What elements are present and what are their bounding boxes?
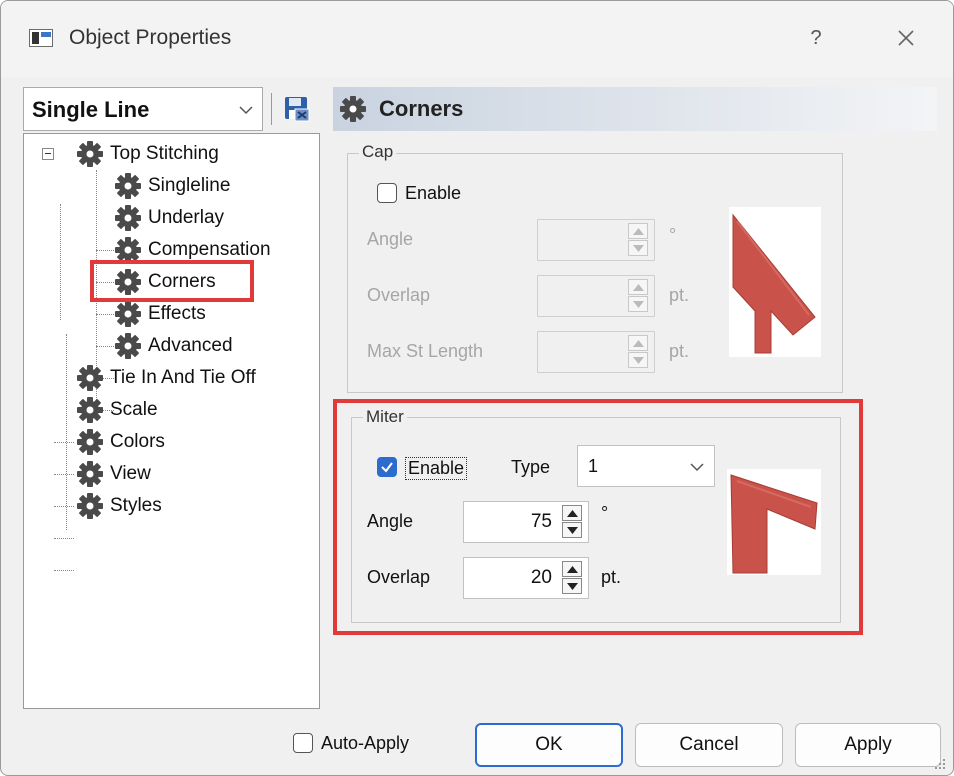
tree-item-label: Effects — [148, 303, 206, 324]
tree-item-label: Colors — [110, 431, 165, 452]
tree-item-label: Underlay — [148, 207, 225, 228]
collapse-toggle[interactable] — [42, 148, 54, 160]
tree-connector — [54, 570, 74, 571]
window-title: Object Properties — [69, 26, 232, 49]
spin-up-button — [628, 335, 648, 351]
spin-up-icon — [633, 340, 644, 347]
gear-icon — [339, 95, 367, 123]
tree-item-colors[interactable]: Colors — [76, 428, 165, 456]
auto-apply-label: Auto-Apply — [321, 733, 410, 753]
tree-item-label: Compensation — [148, 239, 271, 260]
spin-down-button — [628, 296, 648, 312]
save-icon[interactable] — [283, 95, 311, 123]
cap-max-length-unit: pt. — [669, 341, 690, 361]
tree-item-label: Singleline — [148, 175, 231, 196]
spin-up-button — [628, 223, 648, 239]
cap-angle-unit: ° — [669, 225, 677, 245]
gear-icon — [114, 332, 142, 360]
tree-item-singleline[interactable]: Singleline — [114, 172, 230, 200]
cap-enable-checkbox[interactable] — [377, 183, 397, 203]
toolbar-separator — [271, 93, 272, 125]
help-button[interactable]: ? — [801, 21, 831, 55]
settings-tree[interactable]: Top Stitching Singleline Underlay Compen… — [23, 133, 320, 709]
spin-up-button — [628, 279, 648, 295]
tree-item-advanced[interactable]: Advanced — [114, 332, 233, 360]
section-header: Corners — [333, 87, 937, 131]
ok-button[interactable]: OK — [475, 723, 623, 767]
tree-item-top-stitching[interactable]: Top Stitching — [76, 140, 219, 168]
chevron-down-icon — [239, 106, 253, 115]
spin-up-icon — [633, 228, 644, 235]
tree-connector — [60, 204, 61, 320]
tree-connector — [96, 314, 114, 315]
tree-item-label: Styles — [110, 495, 162, 516]
tree-item-label: Advanced — [148, 335, 233, 356]
close-icon — [898, 30, 914, 46]
tree-connector — [96, 346, 114, 347]
gear-icon — [76, 140, 104, 168]
tree-item-label: Top Stitching — [110, 143, 219, 164]
cap-enable-label: Enable — [405, 183, 462, 203]
corners-highlight-box — [90, 260, 254, 302]
cap-max-length-label: Max St Length — [367, 341, 484, 361]
tree-item-view[interactable]: View — [76, 460, 151, 488]
tree-connector — [66, 334, 67, 530]
gear-icon — [76, 460, 104, 488]
cap-overlap-unit: pt. — [669, 285, 690, 305]
spin-down-button — [628, 352, 648, 368]
close-button[interactable] — [886, 21, 926, 55]
tree-connector — [54, 538, 74, 539]
spin-down-icon — [633, 245, 644, 252]
right-panel: Corners Cap Enable Angle ° Overlap pt. M… — [333, 87, 937, 709]
tree-item-effects[interactable]: Effects — [114, 300, 206, 328]
spin-down-icon — [633, 301, 644, 308]
title-bar: Object Properties ? — [1, 1, 953, 77]
gear-icon — [76, 428, 104, 456]
tree-item-label: Scale — [110, 399, 158, 420]
gear-icon — [76, 492, 104, 520]
gear-icon — [114, 300, 142, 328]
app-icon — [29, 29, 53, 47]
section-title: Corners — [379, 96, 464, 121]
tree-item-label: Tie In And Tie Off — [110, 367, 256, 388]
cancel-button[interactable]: Cancel — [635, 723, 783, 767]
gear-icon — [76, 364, 104, 392]
spin-down-icon — [633, 357, 644, 364]
spin-up-icon — [633, 284, 644, 291]
gear-icon — [76, 396, 104, 424]
cap-overlap-spinner — [537, 275, 655, 317]
resize-grip-icon[interactable] — [933, 757, 947, 771]
miter-highlight-box — [333, 399, 863, 635]
object-type-combo[interactable]: Single Line — [23, 87, 263, 131]
tree-item-tie-in-and-tie-off[interactable]: Tie In And Tie Off — [76, 364, 256, 392]
tree-connector — [96, 250, 114, 251]
tree-item-scale[interactable]: Scale — [76, 396, 158, 424]
tree-connector — [54, 474, 74, 475]
object-properties-window: Object Properties ? Single Line Top Stit… — [0, 0, 954, 776]
cap-overlap-label: Overlap — [367, 285, 431, 305]
tree-connector — [54, 506, 74, 507]
auto-apply-checkbox[interactable] — [293, 733, 313, 753]
dialog-footer: Auto-Apply OK Cancel Apply — [1, 719, 953, 775]
apply-button[interactable]: Apply — [795, 723, 941, 767]
tree-item-underlay[interactable]: Underlay — [114, 204, 224, 232]
tree-connector — [54, 442, 74, 443]
cap-angle-spinner — [537, 219, 655, 261]
gear-icon — [114, 172, 142, 200]
left-panel: Single Line Top Stitching Singleline Und… — [23, 87, 321, 709]
gear-icon — [114, 204, 142, 232]
spin-down-button — [628, 240, 648, 256]
tree-item-label: View — [110, 463, 151, 484]
cap-preview-image — [729, 207, 821, 357]
object-type-value: Single Line — [32, 97, 150, 122]
cap-group-label: Cap — [359, 142, 397, 162]
cap-angle-label: Angle — [367, 229, 414, 249]
tree-item-styles[interactable]: Styles — [76, 492, 162, 520]
cap-max-length-spinner — [537, 331, 655, 373]
